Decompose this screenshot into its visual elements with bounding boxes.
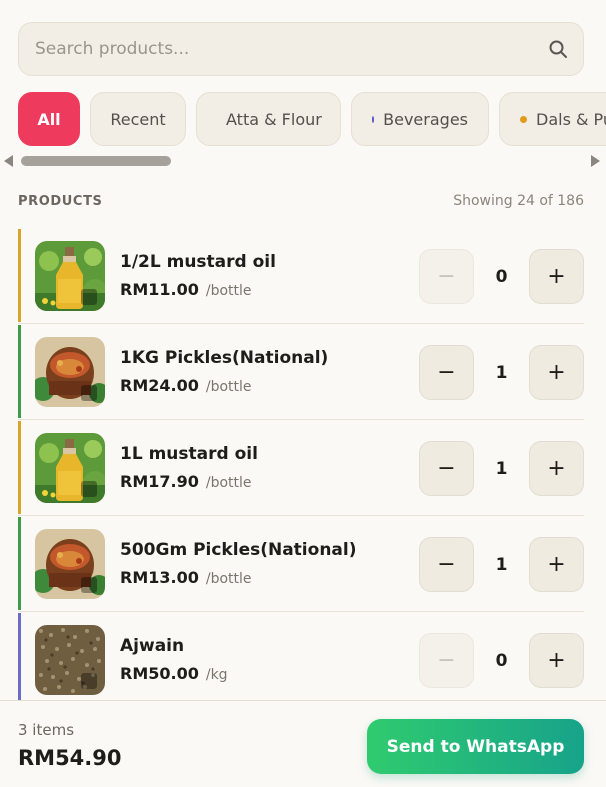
product-row: 1L mustard oil RM17.90/bottle − 1 + bbox=[18, 420, 584, 516]
product-name: 1KG Pickles(National) bbox=[120, 348, 329, 368]
product-image-ajwain-seeds[interactable] bbox=[35, 625, 105, 695]
product-unit: /bottle bbox=[205, 571, 252, 587]
send-to-whatsapp-button[interactable]: Send to WhatsApp bbox=[367, 719, 584, 774]
expand-icon[interactable] bbox=[81, 385, 97, 401]
category-dot-icon bbox=[372, 115, 375, 123]
product-image-pickle-jar[interactable] bbox=[35, 337, 105, 407]
product-name: 1/2L mustard oil bbox=[120, 252, 276, 272]
row-accent bbox=[18, 421, 21, 514]
row-accent bbox=[18, 517, 21, 610]
increment-button[interactable]: + bbox=[529, 441, 584, 496]
cart-footer: 3 items RM54.90 Send to WhatsApp bbox=[0, 700, 606, 787]
product-unit: /bottle bbox=[205, 379, 252, 395]
expand-icon[interactable] bbox=[81, 481, 97, 497]
products-header: PRODUCTS Showing 24 of 186 bbox=[18, 193, 584, 209]
product-name: 1L mustard oil bbox=[120, 444, 258, 464]
top-area: All Recent Atta & Flour Beverages Dals &… bbox=[0, 0, 606, 172]
product-unit: /bottle bbox=[205, 475, 252, 491]
cart-total: RM54.90 bbox=[18, 746, 122, 770]
quantity-stepper: − 1 + bbox=[419, 441, 584, 496]
increment-button[interactable]: + bbox=[529, 537, 584, 592]
expand-icon[interactable] bbox=[81, 673, 97, 689]
products-count: Showing 24 of 186 bbox=[453, 193, 584, 209]
chip-label: Beverages bbox=[383, 109, 468, 129]
cart-item-count: 3 items bbox=[18, 721, 75, 739]
scroll-right-arrow-icon[interactable] bbox=[591, 155, 600, 167]
increment-button[interactable]: + bbox=[529, 633, 584, 688]
chip-label: Atta & Flour bbox=[226, 109, 322, 129]
scrollbar-thumb[interactable] bbox=[21, 156, 171, 166]
decrement-button[interactable]: − bbox=[419, 345, 474, 400]
quantity-value: 1 bbox=[495, 554, 508, 575]
product-image-oil-bottle[interactable] bbox=[35, 433, 105, 503]
chip-recent[interactable]: Recent bbox=[90, 92, 186, 146]
search-bar[interactable] bbox=[18, 22, 584, 76]
decrement-button[interactable]: − bbox=[419, 537, 474, 592]
product-unit: /bottle bbox=[205, 283, 252, 299]
quantity-stepper: − 1 + bbox=[419, 537, 584, 592]
product-name: 500Gm Pickles(National) bbox=[120, 540, 357, 560]
product-image-oil-bottle[interactable] bbox=[35, 241, 105, 311]
quantity-value: 1 bbox=[495, 362, 508, 383]
quantity-value: 0 bbox=[495, 266, 508, 287]
quantity-stepper: − 0 + bbox=[419, 249, 584, 304]
expand-icon[interactable] bbox=[81, 289, 97, 305]
chip-scrollbar[interactable] bbox=[0, 153, 606, 169]
chip-label: Dals & Pu bbox=[536, 109, 606, 129]
increment-button[interactable]: + bbox=[529, 249, 584, 304]
chip-all[interactable]: All bbox=[18, 92, 80, 146]
product-price: RM17.90 bbox=[120, 472, 199, 491]
quantity-stepper: − 0 + bbox=[419, 633, 584, 688]
row-accent bbox=[18, 325, 21, 418]
product-unit: /kg bbox=[205, 667, 228, 683]
products-title: PRODUCTS bbox=[18, 193, 103, 209]
chip-dals-pulses[interactable]: Dals & Pu bbox=[499, 92, 606, 146]
product-name: Ajwain bbox=[120, 636, 185, 656]
product-row: 500Gm Pickles(National) RM13.00/bottle −… bbox=[18, 516, 584, 612]
row-accent bbox=[18, 613, 21, 707]
category-chips: All Recent Atta & Flour Beverages Dals &… bbox=[0, 92, 606, 148]
quantity-value: 1 bbox=[495, 458, 508, 479]
increment-button[interactable]: + bbox=[529, 345, 584, 400]
category-dot-icon bbox=[520, 115, 527, 123]
search-input[interactable] bbox=[35, 39, 547, 59]
product-image-pickle-jar[interactable] bbox=[35, 529, 105, 599]
product-price: RM50.00 bbox=[120, 664, 199, 683]
decrement-button[interactable]: − bbox=[419, 633, 474, 688]
product-row: Ajwain RM50.00/kg − 0 + bbox=[18, 612, 584, 708]
search-icon[interactable] bbox=[547, 38, 569, 60]
row-accent bbox=[18, 229, 21, 322]
product-price: RM24.00 bbox=[120, 376, 199, 395]
quantity-value: 0 bbox=[495, 650, 508, 671]
chip-label: Recent bbox=[110, 109, 166, 129]
decrement-button[interactable]: − bbox=[419, 249, 474, 304]
product-row: 1KG Pickles(National) RM24.00/bottle − 1… bbox=[18, 324, 584, 420]
chip-atta-flour[interactable]: Atta & Flour bbox=[196, 92, 341, 146]
product-price: RM13.00 bbox=[120, 568, 199, 587]
decrement-button[interactable]: − bbox=[419, 441, 474, 496]
product-list: 1/2L mustard oil RM11.00/bottle − 0 + 1K… bbox=[18, 228, 584, 708]
product-row: 1/2L mustard oil RM11.00/bottle − 0 + bbox=[18, 228, 584, 324]
scroll-left-arrow-icon[interactable] bbox=[4, 155, 13, 167]
quantity-stepper: − 1 + bbox=[419, 345, 584, 400]
expand-icon[interactable] bbox=[81, 577, 97, 593]
chip-label: All bbox=[37, 109, 61, 129]
chip-beverages[interactable]: Beverages bbox=[351, 92, 489, 146]
product-price: RM11.00 bbox=[120, 280, 199, 299]
